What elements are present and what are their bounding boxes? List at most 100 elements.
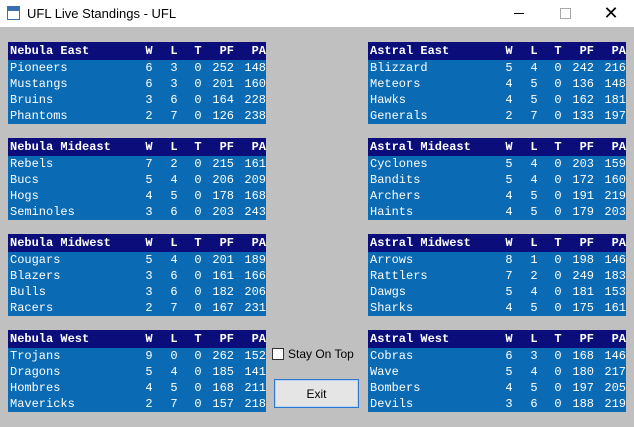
team-wins: 3 bbox=[145, 285, 153, 299]
team-losses: 5 bbox=[170, 381, 178, 395]
col-l-header: L bbox=[530, 44, 538, 58]
team-points-against: 219 bbox=[604, 397, 626, 411]
team-wins: 5 bbox=[145, 365, 153, 379]
team-points-for: 162 bbox=[572, 93, 594, 107]
team-row: Hombres 4 5 0 168 211 bbox=[8, 380, 266, 396]
team-name: Meteors bbox=[370, 77, 421, 91]
team-name: Dawgs bbox=[370, 285, 407, 299]
team-row: Racers 2 7 0 167 231 bbox=[8, 300, 266, 316]
stay-on-top-label: Stay On Top bbox=[288, 347, 354, 361]
team-points-for: 201 bbox=[212, 77, 234, 91]
team-row: Dawgs 5 4 0 181 153 bbox=[368, 284, 626, 300]
col-l-header: L bbox=[170, 236, 178, 250]
col-pa-header: PA bbox=[611, 44, 626, 58]
team-ties: 0 bbox=[194, 189, 202, 203]
team-wins: 6 bbox=[505, 349, 513, 363]
team-wins: 4 bbox=[505, 93, 513, 107]
team-points-for: 203 bbox=[572, 157, 594, 171]
team-name: Blazers bbox=[10, 269, 61, 283]
team-points-against: 189 bbox=[244, 253, 266, 267]
team-name: Bandits bbox=[370, 173, 421, 187]
close-button[interactable]: ✕ bbox=[588, 0, 634, 27]
team-name: Mustangs bbox=[10, 77, 68, 91]
division-name: Nebula Midwest bbox=[10, 236, 111, 250]
team-losses: 4 bbox=[170, 173, 178, 187]
team-wins: 4 bbox=[145, 189, 153, 203]
team-losses: 7 bbox=[170, 301, 178, 315]
team-losses: 5 bbox=[170, 189, 178, 203]
app-window-icon bbox=[7, 6, 20, 20]
col-t-header: T bbox=[554, 44, 562, 58]
exit-button[interactable]: Exit bbox=[274, 379, 359, 408]
division-header: Astral Mideast W L T PF PA bbox=[368, 138, 626, 156]
team-ties: 0 bbox=[194, 365, 202, 379]
team-ties: 0 bbox=[194, 285, 202, 299]
minimize-button[interactable] bbox=[496, 0, 542, 27]
team-points-against: 209 bbox=[244, 173, 266, 187]
team-points-for: 180 bbox=[572, 365, 594, 379]
col-t-header: T bbox=[194, 140, 202, 154]
team-ties: 0 bbox=[554, 93, 562, 107]
team-losses: 5 bbox=[530, 205, 538, 219]
col-w-header: W bbox=[505, 332, 513, 346]
team-points-against: 168 bbox=[244, 189, 266, 203]
team-wins: 5 bbox=[505, 365, 513, 379]
col-pa-header: PA bbox=[611, 236, 626, 250]
team-points-for: 249 bbox=[572, 269, 594, 283]
division-name: Astral Midwest bbox=[370, 236, 471, 250]
team-row: Generals 2 7 0 133 197 bbox=[368, 108, 626, 124]
team-points-against: 152 bbox=[244, 349, 266, 363]
team-name: Mavericks bbox=[10, 397, 75, 411]
team-points-against: 161 bbox=[604, 301, 626, 315]
team-points-for: 188 bbox=[572, 397, 594, 411]
team-losses: 5 bbox=[530, 381, 538, 395]
team-wins: 3 bbox=[145, 269, 153, 283]
team-ties: 0 bbox=[554, 205, 562, 219]
team-points-for: 167 bbox=[212, 301, 234, 315]
col-w-header: W bbox=[145, 236, 153, 250]
team-losses: 4 bbox=[530, 365, 538, 379]
col-t-header: T bbox=[554, 332, 562, 346]
team-wins: 6 bbox=[145, 61, 153, 75]
col-pa-header: PA bbox=[251, 332, 266, 346]
team-name: Dragons bbox=[10, 365, 61, 379]
team-ties: 0 bbox=[194, 61, 202, 75]
maximize-button[interactable] bbox=[542, 0, 588, 27]
team-wins: 2 bbox=[145, 301, 153, 315]
team-wins: 4 bbox=[145, 381, 153, 395]
team-losses: 4 bbox=[170, 253, 178, 267]
team-wins: 2 bbox=[505, 109, 513, 123]
team-losses: 7 bbox=[170, 109, 178, 123]
title-bar: UFL Live Standings - UFL ✕ bbox=[0, 0, 634, 27]
division-header: Astral Midwest W L T PF PA bbox=[368, 234, 626, 252]
team-row: Bombers 4 5 0 197 205 bbox=[368, 380, 626, 396]
division-name: Nebula East bbox=[10, 44, 90, 58]
col-t-header: T bbox=[194, 332, 202, 346]
team-name: Hombres bbox=[10, 381, 61, 395]
checkbox-box[interactable] bbox=[272, 348, 284, 360]
team-wins: 5 bbox=[505, 173, 513, 187]
team-points-against: 181 bbox=[604, 93, 626, 107]
team-ties: 0 bbox=[194, 109, 202, 123]
team-ties: 0 bbox=[194, 301, 202, 315]
team-row: Devils 3 6 0 188 219 bbox=[368, 396, 626, 412]
team-name: Racers bbox=[10, 301, 54, 315]
team-points-against: 228 bbox=[244, 93, 266, 107]
team-name: Trojans bbox=[10, 349, 61, 363]
team-losses: 3 bbox=[530, 349, 538, 363]
team-points-for: 191 bbox=[572, 189, 594, 203]
team-points-for: 203 bbox=[212, 205, 234, 219]
team-name: Arrows bbox=[370, 253, 414, 267]
team-ties: 0 bbox=[554, 61, 562, 75]
team-ties: 0 bbox=[194, 269, 202, 283]
team-losses: 5 bbox=[530, 301, 538, 315]
team-points-for: 168 bbox=[212, 381, 234, 395]
team-losses: 0 bbox=[170, 349, 178, 363]
stay-on-top-checkbox[interactable]: Stay On Top bbox=[272, 347, 354, 361]
team-row: Wave 5 4 0 180 217 bbox=[368, 364, 626, 380]
team-points-for: 242 bbox=[572, 61, 594, 75]
team-name: Blizzard bbox=[370, 61, 428, 75]
team-points-for: 252 bbox=[212, 61, 234, 75]
team-losses: 4 bbox=[530, 173, 538, 187]
team-points-for: 198 bbox=[572, 253, 594, 267]
